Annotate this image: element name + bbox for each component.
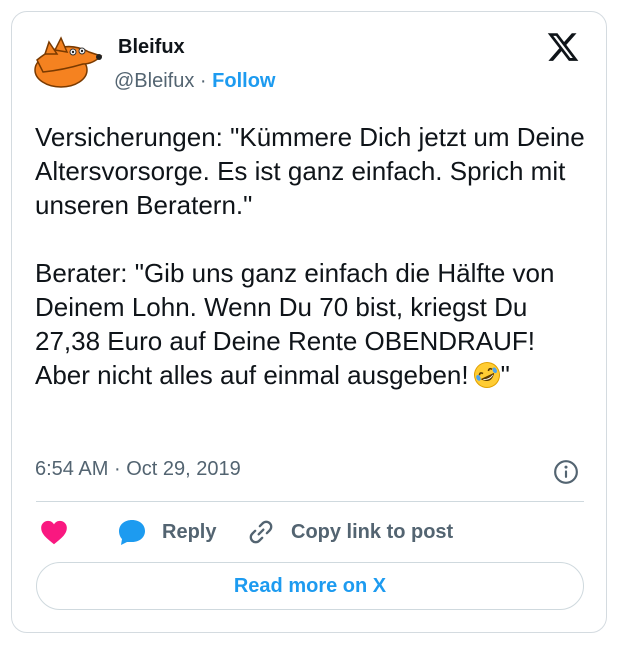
reply-bubble-icon bbox=[119, 520, 145, 545]
divider bbox=[36, 501, 584, 502]
reply-button[interactable]: Reply bbox=[117, 518, 216, 546]
fox-avatar-icon[interactable] bbox=[27, 30, 103, 92]
tweet-time: 6:54 AM bbox=[35, 458, 109, 480]
link-icon bbox=[249, 520, 273, 544]
tweet-paragraph: Berater: "Gib uns ganz einfach die Hälft… bbox=[35, 256, 595, 392]
author-handle[interactable]: @Bleifux bbox=[114, 70, 194, 92]
tweet-timestamp[interactable]: 6:54 AM · Oct 29, 2019 bbox=[35, 458, 241, 481]
author-handle-row: @Bleifux · Follow bbox=[114, 70, 275, 93]
copy-link-button[interactable]: Copy link to post bbox=[246, 518, 453, 546]
x-logo-icon[interactable] bbox=[545, 30, 581, 64]
info-icon[interactable] bbox=[553, 459, 579, 485]
copy-link-label: Copy link to post bbox=[291, 520, 454, 543]
rolling-on-floor-laughing-emoji bbox=[473, 362, 500, 388]
author-name[interactable]: Bleifux bbox=[118, 36, 185, 59]
heart-icon bbox=[41, 520, 67, 545]
like-button[interactable] bbox=[40, 518, 68, 546]
tweet-paragraph-end: " bbox=[500, 360, 510, 390]
tweet-date: Oct 29, 2019 bbox=[126, 458, 241, 480]
reply-label: Reply bbox=[162, 520, 217, 543]
tweet-paragraph: Versicherungen: "Kümmere Dich jetzt um D… bbox=[35, 122, 585, 220]
read-more-label: Read more on X bbox=[233, 574, 387, 597]
meta-separator: · bbox=[113, 458, 121, 480]
handle-separator: · bbox=[199, 70, 207, 92]
follow-button[interactable]: Follow bbox=[212, 70, 275, 92]
read-more-button[interactable]: Read more on X bbox=[36, 562, 584, 610]
tweet-text: Versicherungen: "Kümmere Dich jetzt um D… bbox=[35, 120, 595, 392]
